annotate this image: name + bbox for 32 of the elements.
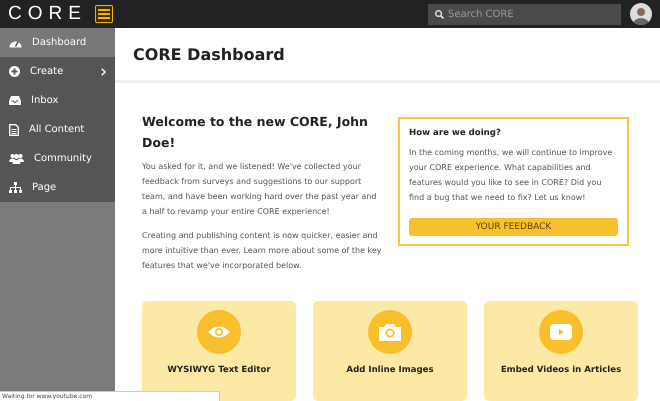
inbox-icon xyxy=(9,96,21,105)
welcome-paragraph: You asked for it, and we listened! We've collected your feedback from surveys and suggestions to our support team, and have been working hard over the past year and a half to revamp your entire CORE experience! xyxy=(142,161,378,218)
sidebar-item[interactable]: Community xyxy=(0,144,115,173)
welcome-paragraph: Creating and publishing content is now quicker, easier and more intuitive than ever. Learn more about some of the key features that we've incorporated below. xyxy=(142,230,382,272)
search-icon xyxy=(435,10,444,18)
page-title: CORE Dashboard xyxy=(133,44,285,64)
eye-icon xyxy=(207,325,231,339)
feature-label: Add Inline Images xyxy=(346,365,434,375)
people-icon xyxy=(9,153,24,164)
menu-button[interactable] xyxy=(94,5,113,23)
sitemap-icon xyxy=(9,182,22,193)
welcome-heading: Welcome to the new CORE, John Doe! xyxy=(142,113,369,152)
feature-label: Embed Videos in Articles xyxy=(500,365,622,375)
feedback-button[interactable]: YOUR FEEDBACK xyxy=(409,218,618,236)
feedback-text: In the coming months, we will continue to improve your CORE experience. What capabilities and features would you like to see in CORE? Did you find a bug that we need to fix? Let us know! xyxy=(409,147,614,204)
camera-icon xyxy=(379,323,401,341)
plus-icon xyxy=(9,66,20,77)
feature-card[interactable]: Add Inline Images xyxy=(313,301,467,401)
video-play-icon xyxy=(550,324,572,340)
search-field[interactable]: Search CORE xyxy=(428,4,621,24)
feature-card[interactable]: WYSIWYG Text Editor xyxy=(142,301,296,401)
document-icon xyxy=(9,124,19,136)
sidebar-item[interactable]: Dashboard xyxy=(0,28,115,57)
avatar[interactable] xyxy=(630,3,652,25)
feedback-heading: How are we doing? xyxy=(409,128,502,138)
sidebar-item[interactable]: Inbox xyxy=(0,86,115,115)
sidebar-item[interactable]: Create xyxy=(0,57,115,86)
feature-label: WYSIWYG Text Editor xyxy=(167,365,271,375)
sidebar-item[interactable]: Page xyxy=(0,173,115,202)
logo: CORE xyxy=(8,3,87,25)
feature-card[interactable]: Embed Videos in Articles xyxy=(484,301,638,401)
sidebar-item[interactable]: All Content xyxy=(0,115,115,144)
